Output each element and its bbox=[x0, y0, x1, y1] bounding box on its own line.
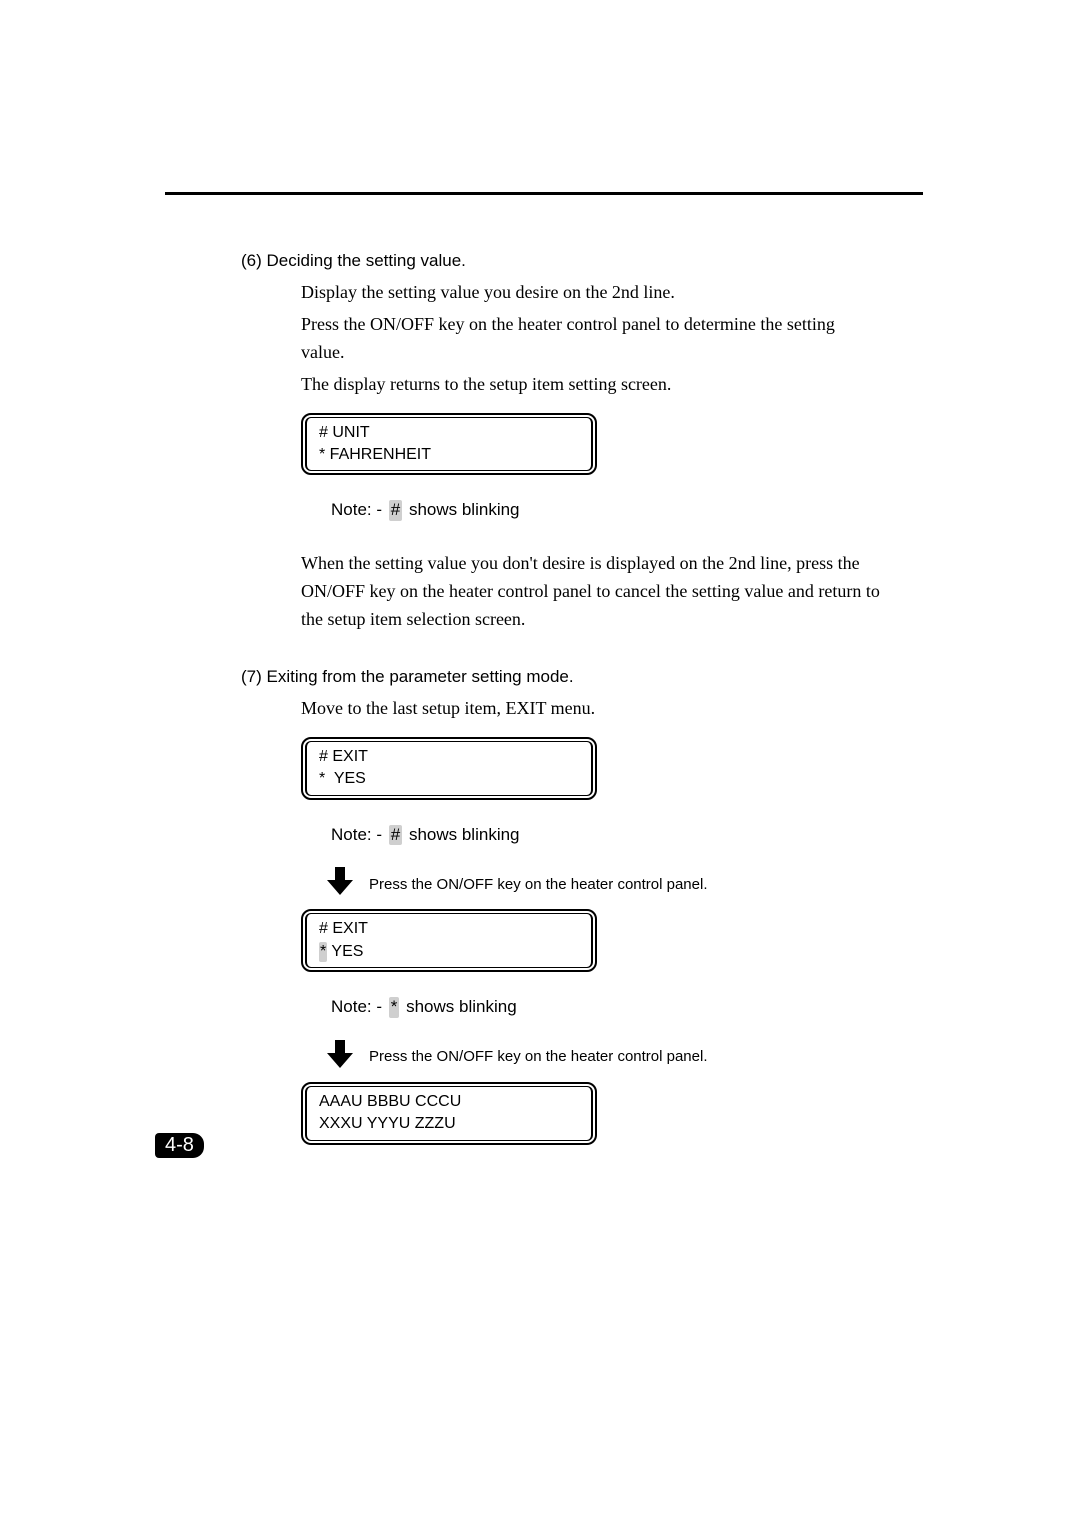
lcd-line2: * YES bbox=[319, 941, 579, 963]
lcd-line1: AAAU BBBU CCCU bbox=[319, 1091, 579, 1113]
page-content: (6) Deciding the setting value. Display … bbox=[241, 250, 880, 1153]
lcd-display-exit-2: # EXIT * YES bbox=[301, 909, 880, 972]
page-number-badge: 4-8 bbox=[155, 1133, 204, 1158]
step7-body: Move to the last setup item, EXIT menu. bbox=[301, 695, 880, 723]
note-prefix: Note: - bbox=[331, 825, 387, 844]
step6-line2: Press the ON/OFF key on the heater contr… bbox=[301, 311, 880, 367]
lcd-line1: # EXIT bbox=[319, 746, 579, 768]
lcd-line2: XXXU YYYU ZZZU bbox=[319, 1113, 579, 1135]
lcd-display-exit-1: # EXIT * YES bbox=[301, 737, 880, 800]
arrow-caption-1: Press the ON/OFF key on the heater contr… bbox=[369, 875, 708, 895]
arrow-row-1: Press the ON/OFF key on the heater contr… bbox=[323, 864, 880, 905]
step6-below: When the setting value you don't desire … bbox=[301, 550, 880, 634]
step6-title: (6) Deciding the setting value. bbox=[241, 250, 880, 273]
note-blinking-hash-2: Note: - # shows blinking bbox=[331, 824, 880, 847]
step6-below-text: When the setting value you don't desire … bbox=[301, 550, 880, 634]
note-blinking-star: Note: - * shows blinking bbox=[331, 996, 880, 1019]
note-prefix: Note: - bbox=[331, 997, 387, 1016]
arrow-down-icon bbox=[323, 864, 357, 905]
note-blinking-hash-1: Note: - # shows blinking bbox=[331, 499, 880, 522]
note-prefix: Note: - bbox=[331, 500, 387, 519]
arrow-caption-2: Press the ON/OFF key on the heater contr… bbox=[369, 1047, 708, 1067]
lcd-line1: # UNIT bbox=[319, 422, 579, 444]
arrow-row-2: Press the ON/OFF key on the heater contr… bbox=[323, 1037, 880, 1078]
lcd-display-final: AAAU BBBU CCCU XXXU YYYU ZZZU bbox=[301, 1082, 880, 1145]
lcd-line2: * FAHRENHEIT bbox=[319, 444, 579, 466]
step7-title: (7) Exiting from the parameter setting m… bbox=[241, 666, 880, 689]
note-suffix: shows blinking bbox=[404, 500, 519, 519]
manual-page: (6) Deciding the setting value. Display … bbox=[0, 0, 1080, 1528]
arrow-down-icon bbox=[323, 1037, 357, 1078]
hash-icon: # bbox=[389, 500, 402, 520]
lcd-display-unit: # UNIT * FAHRENHEIT bbox=[301, 413, 880, 476]
star-icon: * bbox=[319, 942, 327, 962]
top-rule bbox=[165, 192, 923, 195]
star-icon: * bbox=[389, 997, 400, 1017]
lcd-line2: * YES bbox=[319, 768, 579, 790]
lcd-line1: # EXIT bbox=[319, 918, 579, 940]
step6-line3: The display returns to the setup item se… bbox=[301, 371, 880, 399]
note-suffix: shows blinking bbox=[401, 997, 516, 1016]
step6-body: Display the setting value you desire on … bbox=[301, 279, 880, 399]
hash-icon: # bbox=[389, 825, 402, 845]
step6-line1: Display the setting value you desire on … bbox=[301, 279, 880, 307]
step7-line1: Move to the last setup item, EXIT menu. bbox=[301, 695, 880, 723]
note-suffix: shows blinking bbox=[404, 825, 519, 844]
